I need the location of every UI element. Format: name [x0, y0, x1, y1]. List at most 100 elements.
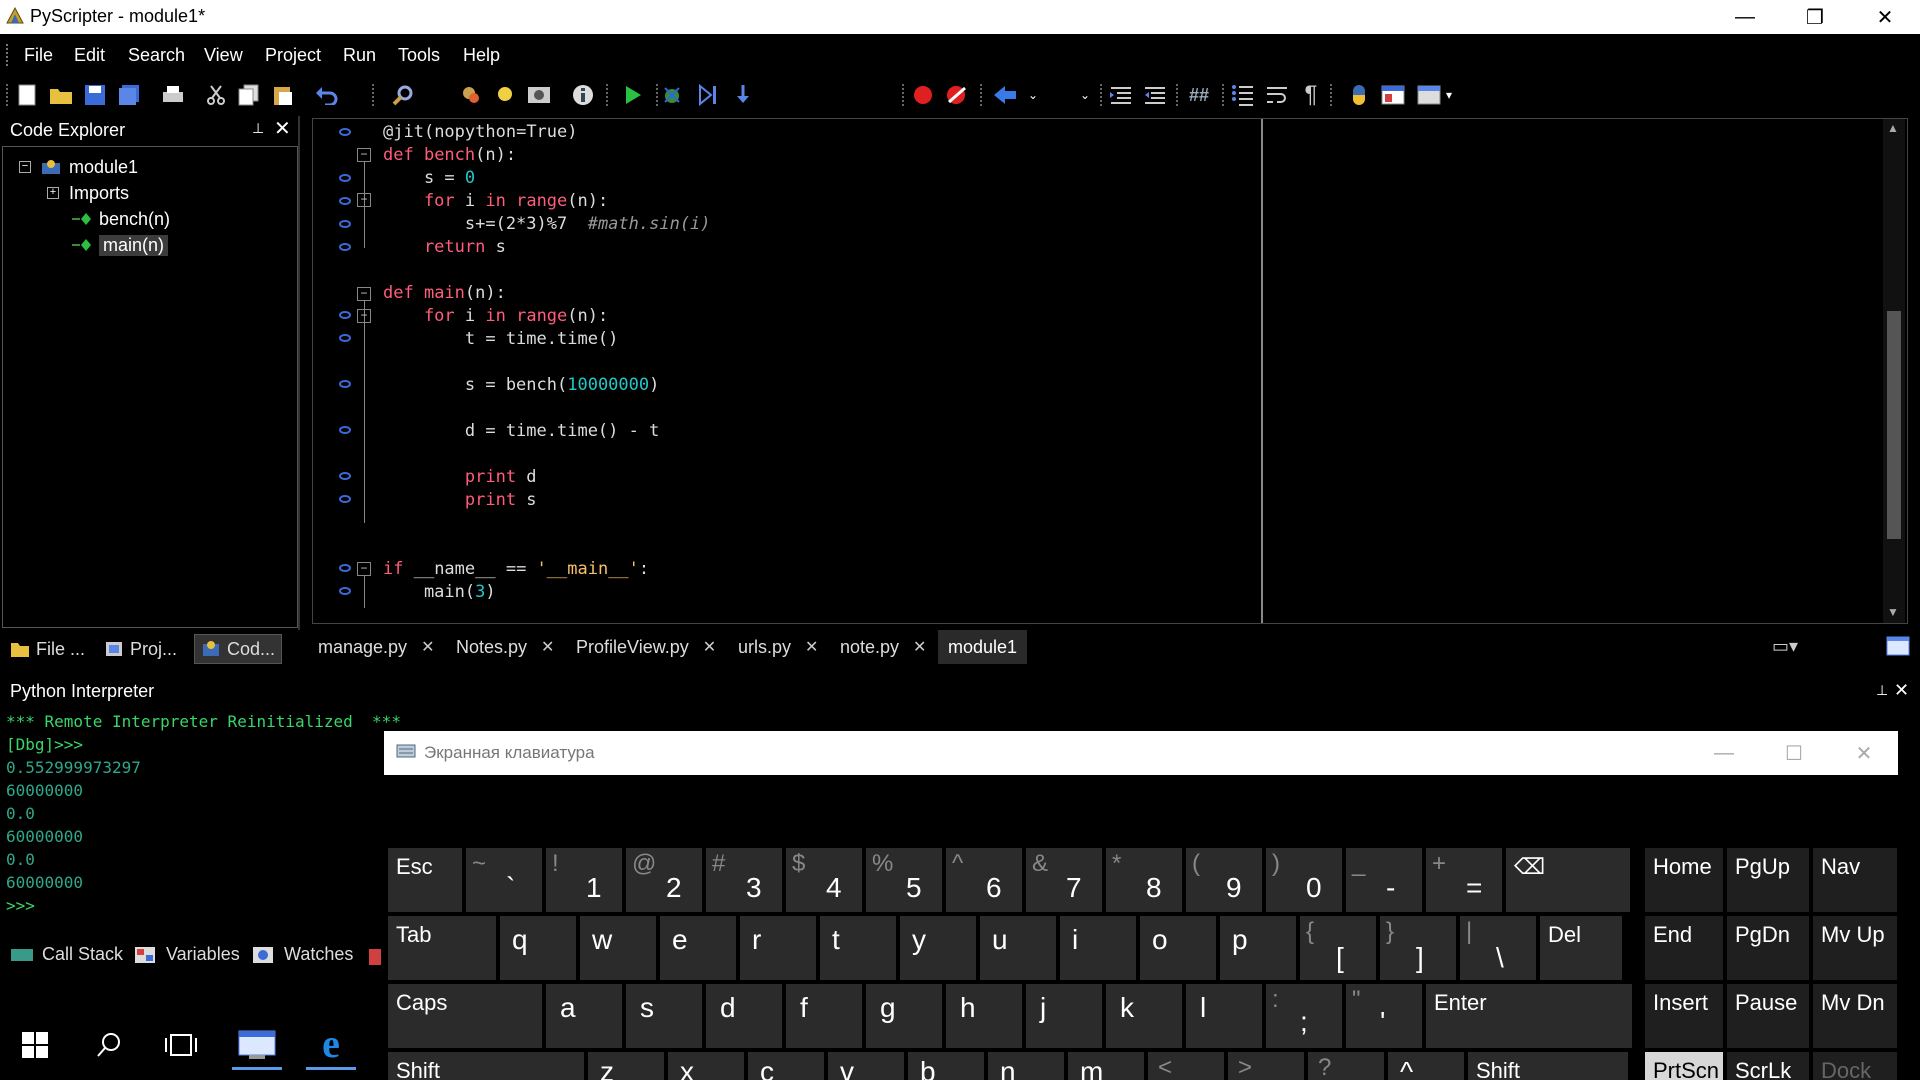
key-8[interactable]: & 7 [1026, 848, 1102, 912]
menu-search[interactable]: Search [128, 45, 185, 66]
breakpoint-marker[interactable] [339, 174, 351, 182]
key-row4-7[interactable]: m [1068, 1052, 1144, 1080]
close-window-button[interactable]: ✕ [1850, 0, 1920, 34]
breakpoint-marker[interactable] [339, 197, 351, 205]
key-11[interactable]: ) 0 [1266, 848, 1342, 912]
key-row2-8[interactable]: i [1060, 916, 1136, 980]
code-line[interactable]: @jit(nopython=True) [383, 121, 578, 143]
close-tab-icon[interactable]: ✕ [703, 637, 716, 657]
fold-toggle-icon[interactable]: − [357, 309, 371, 323]
menu-tools[interactable]: Tools [398, 45, 440, 66]
find-icon[interactable] [390, 82, 416, 108]
code-line[interactable]: return s [383, 236, 506, 258]
pin-icon[interactable]: ⊥ [1876, 682, 1888, 699]
breakpoint-marker[interactable] [339, 495, 351, 503]
key-row4-3[interactable]: c [748, 1052, 824, 1080]
info-icon[interactable] [570, 82, 596, 108]
close-panel-icon[interactable]: ✕ [274, 116, 291, 141]
editor-vertical-scrollbar[interactable]: ▲ ▼ [1883, 119, 1905, 623]
key-row2-3[interactable]: e [660, 916, 736, 980]
fold-toggle-icon[interactable]: − [357, 148, 371, 162]
find-next-icon[interactable] [492, 82, 518, 108]
key-nav-mv-up[interactable]: Mv Up [1813, 916, 1897, 980]
key-3[interactable]: @2 [626, 848, 702, 912]
forward-dropdown-chevron-icon[interactable]: ⌄ [1072, 82, 1098, 108]
key-row3-11[interactable]: " ' [1346, 984, 1422, 1048]
back-dropdown-chevron-icon[interactable]: ⌄ [1020, 82, 1046, 108]
key-7[interactable]: ^ 6 [946, 848, 1022, 912]
key-row4-9[interactable]: > [1228, 1052, 1304, 1080]
key-row3-0[interactable]: Caps [388, 984, 542, 1048]
show-special-chars-icon[interactable]: ¶ [1298, 81, 1324, 108]
key-2[interactable]: ! 1 [546, 848, 622, 912]
key-nav-dock[interactable]: Dock [1813, 1052, 1897, 1080]
key-row2-13[interactable]: | \ [1460, 916, 1536, 980]
tree-node-imports[interactable]: + Imports [47, 181, 129, 205]
scroll-up-icon[interactable]: ▲ [1887, 121, 1899, 135]
key-row4-2[interactable]: x [668, 1052, 744, 1080]
windows-start-icon[interactable] [10, 1020, 60, 1070]
task-view-icon[interactable] [156, 1020, 206, 1070]
close-tab-icon[interactable]: ✕ [421, 637, 434, 657]
expand-expander-icon[interactable]: + [47, 187, 59, 199]
key-9[interactable]: * 8 [1106, 848, 1182, 912]
scroll-down-icon[interactable]: ▼ [1887, 605, 1899, 619]
key-6[interactable]: % 5 [866, 848, 942, 912]
line-numbers-icon[interactable] [1230, 82, 1256, 108]
key-row2-11[interactable]: {[ [1300, 916, 1376, 980]
menu-run[interactable]: Run [343, 45, 376, 66]
new-window-icon[interactable] [1886, 634, 1910, 656]
key-nav-scrlk[interactable]: ScrLk [1727, 1052, 1809, 1080]
key-row3-6[interactable]: h [946, 984, 1022, 1048]
edge-browser-icon[interactable]: e [306, 1020, 356, 1070]
close-tab-icon[interactable]: ✕ [805, 637, 818, 657]
tab-code-explorer[interactable]: Cod... [194, 634, 283, 664]
tree-node-main[interactable]: main(n) [71, 233, 169, 257]
paste-icon[interactable] [270, 82, 296, 108]
fold-toggle-icon[interactable]: − [357, 287, 371, 301]
dedent-icon[interactable] [1142, 82, 1168, 108]
key-row3-9[interactable]: l [1186, 984, 1262, 1048]
key-row3-7[interactable]: j [1026, 984, 1102, 1048]
key-row2-0[interactable]: Tab [388, 916, 496, 980]
code-line[interactable]: if __name__ == '__main__': [383, 558, 649, 580]
key-row2-2[interactable]: w [580, 916, 656, 980]
tab-urls-py[interactable]: urls.py ✕ [738, 632, 818, 662]
key-row4-10[interactable]: ? [1308, 1052, 1384, 1080]
restore-button[interactable]: ❐ [1780, 0, 1850, 34]
tab-list-icon[interactable]: ▭▾ [1772, 636, 1798, 657]
key-row2-9[interactable]: o [1140, 916, 1216, 980]
key-row4-1[interactable]: z [588, 1052, 664, 1080]
clear-breakpoints-icon[interactable] [944, 82, 970, 108]
key-nav-nav[interactable]: Nav [1813, 848, 1897, 912]
code-line[interactable]: def bench(n): [383, 144, 516, 166]
key-row3-8[interactable]: k [1106, 984, 1182, 1048]
key-row2-14[interactable]: Del [1540, 916, 1622, 980]
key-row4-0[interactable]: Shift [388, 1052, 584, 1080]
breakpoint-marker[interactable] [339, 334, 351, 342]
key-14[interactable]: ⌫ [1506, 848, 1630, 912]
menu-file[interactable]: File [24, 45, 53, 66]
key-row3-5[interactable]: g [866, 984, 942, 1048]
key-row2-6[interactable]: y [900, 916, 976, 980]
key-row2-5[interactable]: t [820, 916, 896, 980]
search-icon[interactable] [84, 1020, 134, 1070]
key-row4-12[interactable]: Shift [1468, 1052, 1628, 1080]
key-nav-prtscn[interactable]: PrtScn [1645, 1052, 1723, 1080]
code-line[interactable]: t = time.time() [383, 328, 619, 350]
code-line[interactable]: def main(n): [383, 282, 506, 304]
breakpoint-marker[interactable] [339, 587, 351, 595]
key-row4-6[interactable]: n [988, 1052, 1064, 1080]
key-row2-4[interactable]: r [740, 916, 816, 980]
key-nav-insert[interactable]: Insert [1645, 984, 1723, 1048]
code-line[interactable]: for i in range(n): [383, 305, 608, 327]
key-nav-home[interactable]: Home [1645, 848, 1723, 912]
key-nav-pgdn[interactable]: PgDn [1727, 916, 1809, 980]
breakpoint-marker[interactable] [339, 243, 351, 251]
code-line[interactable]: print d [383, 466, 537, 488]
key-row4-5[interactable]: b [908, 1052, 984, 1080]
code-line[interactable]: s = bench(10000000) [383, 374, 660, 396]
breakpoint-marker[interactable] [339, 564, 351, 572]
key-13[interactable]: + = [1426, 848, 1502, 912]
menu-project[interactable]: Project [265, 45, 321, 66]
